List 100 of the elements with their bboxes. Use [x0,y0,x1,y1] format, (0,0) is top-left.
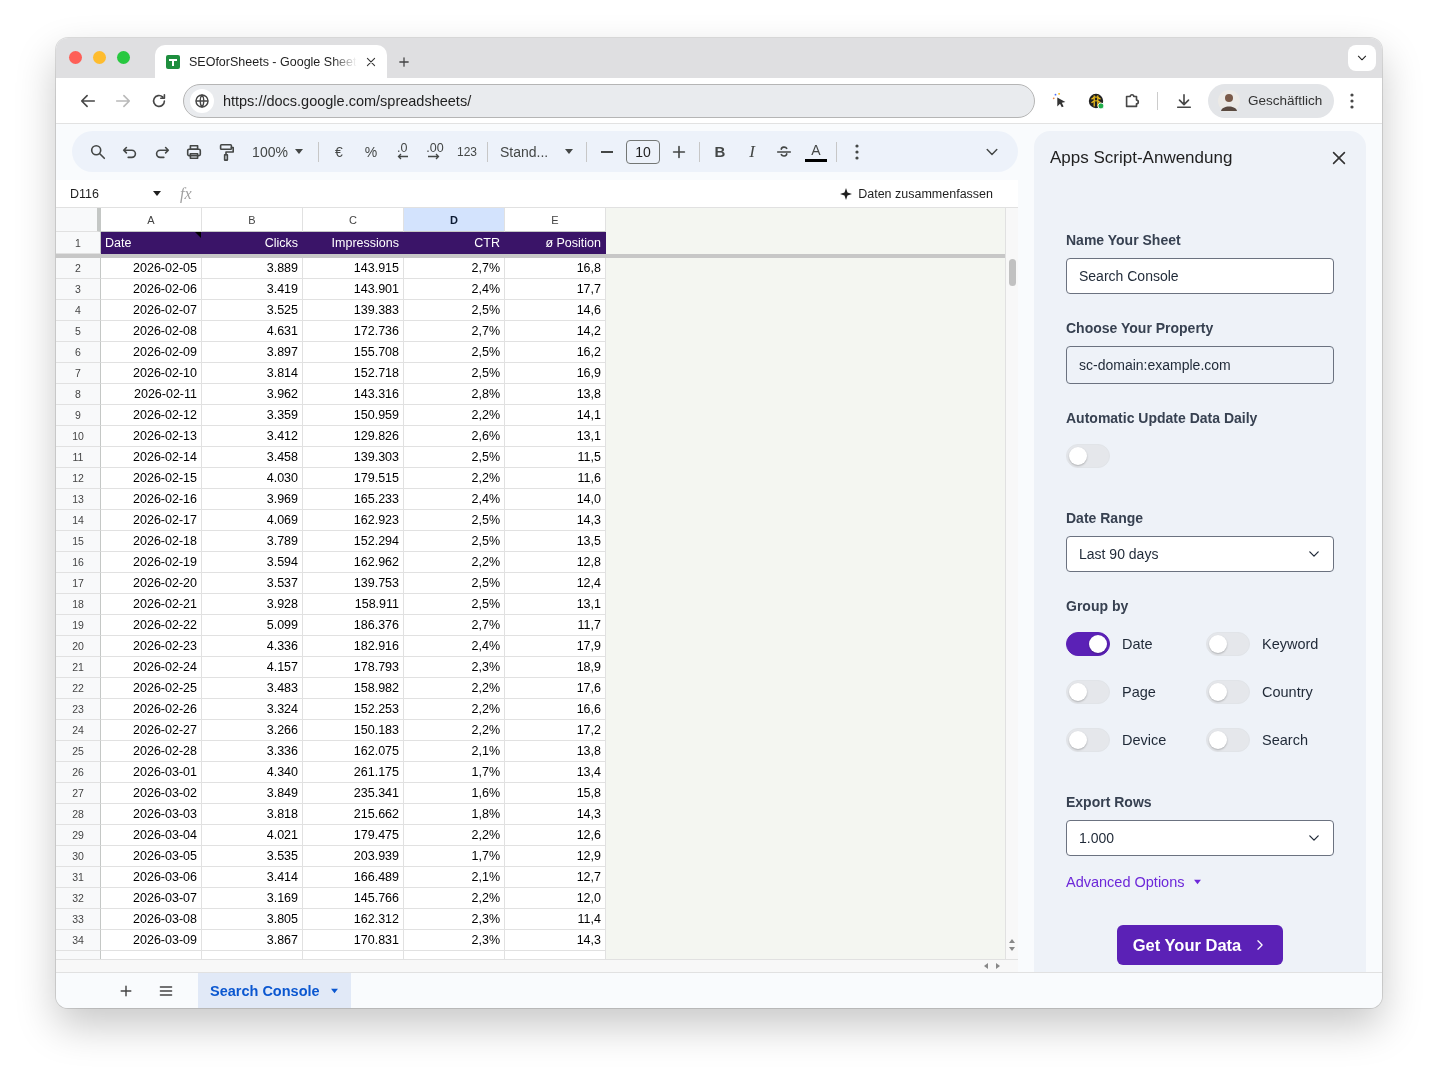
table-cell: 143.915 [303,258,404,279]
table-cell: 2026-03-03 [101,804,202,825]
row-number[interactable]: 9 [56,405,101,426]
table-cell: 18,9 [505,657,606,678]
row-number[interactable]: 3 [56,279,101,300]
spreadsheet-icon [165,53,181,70]
address-bar[interactable]: https://docs.google.com/spreadsheets/ [182,83,1035,118]
row-number[interactable]: 13 [56,489,101,510]
new-tab-icon[interactable] [397,55,411,69]
row-number[interactable]: 8 [56,384,101,405]
row-number[interactable]: 10 [56,426,101,447]
row-number[interactable]: 1 [56,232,101,254]
row-number[interactable]: 24 [56,720,101,741]
row-number[interactable]: 31 [56,867,101,888]
row-number[interactable]: 22 [56,678,101,699]
font-dropdown[interactable]: Stand... [492,137,582,166]
column-header[interactable]: D [404,208,505,232]
table-cell: 179.515 [303,468,404,489]
row-number[interactable]: 34 [56,930,101,951]
scroll-down-icon[interactable] [1008,945,1016,953]
close-window-button[interactable] [69,51,82,64]
row-number[interactable]: 6 [56,342,101,363]
advanced-options-link[interactable]: Advanced Options [1066,872,1202,892]
table-cell: 2,6% [404,426,505,447]
name-box[interactable]: D116 [56,180,170,207]
increase-decimals-button[interactable]: .00 [419,137,451,166]
currency-button[interactable]: € [323,137,355,166]
row-number[interactable]: 23 [56,699,101,720]
row-number[interactable]: 21 [56,657,101,678]
input-field[interactable]: Search Console [1066,258,1334,294]
table-cell: 2,3% [404,930,505,951]
summarize-button[interactable]: Daten zusammenfassen [834,185,999,202]
row-number[interactable]: 4 [56,300,101,321]
table-cell: 2,5% [404,447,505,468]
row-number[interactable]: 20 [56,636,101,657]
close-icon[interactable] [1330,149,1348,167]
select-dropdown[interactable]: Last 90 days [1066,536,1334,572]
font-size-field[interactable]: 10 [626,139,660,164]
row-number[interactable]: 25 [56,741,101,762]
table-cell: 158.911 [303,594,404,615]
header-cell: Clicks [202,232,303,254]
select-dropdown[interactable]: 1.000 [1066,820,1334,856]
column-header[interactable]: A [101,208,202,232]
italic-button[interactable]: I [736,137,768,166]
percent-button[interactable]: % [355,137,387,166]
more-icon[interactable] [1350,92,1355,109]
table-cell: 2,7% [404,615,505,636]
row-number[interactable]: 5 [56,321,101,342]
row-number[interactable]: 26 [56,762,101,783]
download-icon[interactable] [1175,91,1194,110]
row-number[interactable]: 29 [56,825,101,846]
table-cell: 3.818 [202,804,303,825]
option-label: Device [1122,732,1167,748]
table-cell: 12,7 [505,867,606,888]
number-format-button[interactable]: 123 [451,137,483,166]
row-number[interactable]: 12 [56,468,101,489]
table-cell: 2,4% [404,489,505,510]
row-number[interactable]: 33 [56,909,101,930]
row-number[interactable]: 30 [56,846,101,867]
row-number[interactable]: 17 [56,573,101,594]
row-number[interactable]: 27 [56,783,101,804]
table-cell: 2026-02-14 [101,447,202,468]
row-number[interactable]: 28 [56,804,101,825]
scroll-left-icon[interactable] [982,962,990,970]
text-color-button[interactable]: A [800,137,832,166]
row-number[interactable]: 14 [56,510,101,531]
get-data-button[interactable]: Get Your Data [1117,925,1283,965]
scroll-up-icon[interactable] [1008,937,1016,945]
table-cell: 3.412 [202,426,303,447]
column-header[interactable]: B [202,208,303,232]
sheet-tab[interactable]: Search Console [198,973,351,1008]
scroll-right-icon[interactable] [994,962,1002,970]
row-number[interactable]: 2 [56,258,101,279]
column-header[interactable]: E [505,208,606,232]
zoom-dropdown[interactable]: 100% [242,137,314,166]
toggle-switch[interactable] [1066,632,1110,656]
table-cell: 2,5% [404,594,505,615]
vertical-scrollbar[interactable] [1005,208,1018,959]
profile-button[interactable]: Geschäftlich [1208,83,1335,118]
more-icon [855,143,859,160]
row-number[interactable]: 15 [56,531,101,552]
close-icon[interactable] [365,55,377,68]
horizontal-scrollbar[interactable] [56,959,1018,972]
scrollbar-thumb[interactable] [1008,259,1016,286]
decrease-decimals-button[interactable]: .0 [387,137,419,166]
row-number[interactable]: 18 [56,594,101,615]
row-number[interactable]: 11 [56,447,101,468]
table-cell: 12,4 [505,573,606,594]
table-cell: 12,6 [505,825,606,846]
extension-icon[interactable] [1086,91,1105,110]
row-number[interactable]: 7 [56,363,101,384]
table-cell: 2026-02-21 [101,594,202,615]
column-header[interactable]: C [303,208,404,232]
bold-button[interactable]: B [704,137,736,166]
formula-icon: fx [180,184,192,203]
browser-tab[interactable]: SEOforSheets - Google Sheet [155,45,387,78]
row-number[interactable]: 19 [56,615,101,636]
table-cell: 1,6% [404,783,505,804]
row-number[interactable]: 32 [56,888,101,909]
row-number[interactable]: 16 [56,552,101,573]
